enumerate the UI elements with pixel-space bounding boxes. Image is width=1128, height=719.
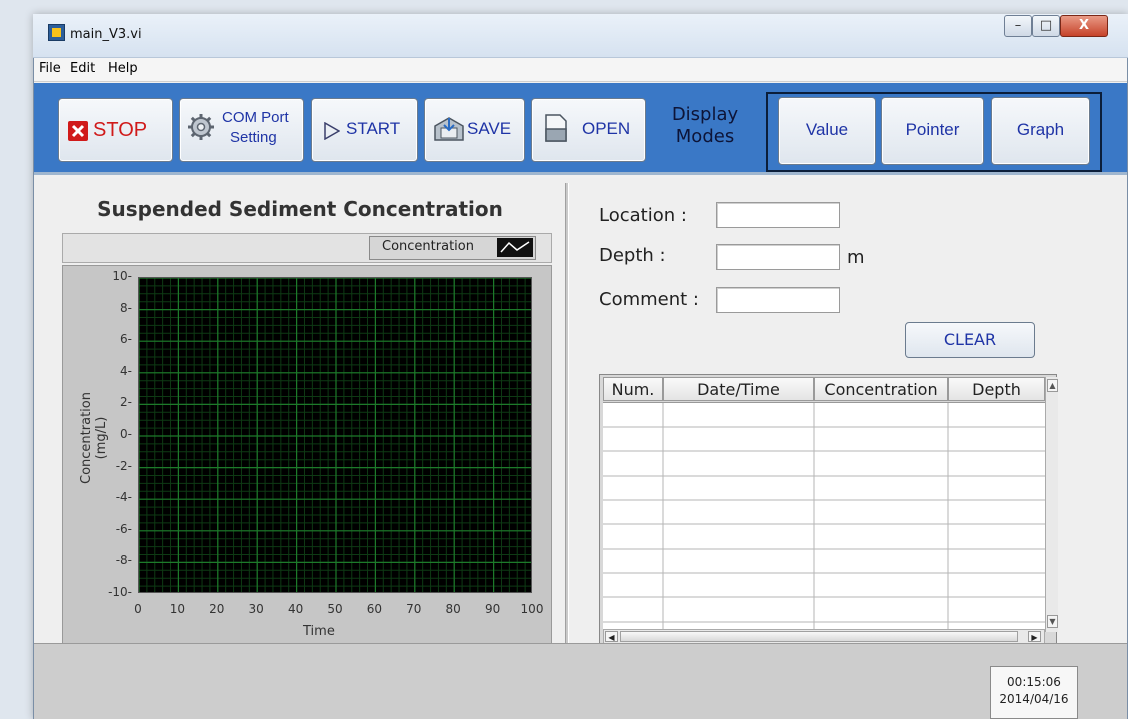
table-horizontal-scrollbar[interactable]: ◀ ▶ bbox=[603, 629, 1045, 644]
com-port-setting-button[interactable]: COM Port Setting bbox=[179, 98, 304, 162]
x-tick-label: 10 bbox=[169, 602, 186, 616]
x-tick-label: 50 bbox=[327, 602, 343, 616]
display-modes-line1: Display bbox=[671, 104, 739, 125]
table-vertical-scrollbar[interactable]: ▲ ▼ bbox=[1045, 377, 1058, 632]
x-tick-label: 90 bbox=[484, 602, 501, 616]
y-tick-label: -10- bbox=[108, 585, 132, 599]
column-header-concentration[interactable]: Concentration bbox=[814, 377, 948, 401]
maximize-button[interactable]: □ bbox=[1032, 15, 1060, 37]
chart-title: Suspended Sediment Concentration bbox=[97, 197, 503, 221]
open-button[interactable]: OPEN bbox=[531, 98, 646, 162]
mode-pointer-label: Pointer bbox=[905, 120, 960, 139]
x-tick-label: 60 bbox=[366, 602, 383, 616]
x-tick-label: 40 bbox=[287, 602, 304, 616]
depth-label: Depth : bbox=[599, 245, 666, 266]
start-button[interactable]: START bbox=[311, 98, 418, 162]
scroll-thumb[interactable] bbox=[620, 631, 1018, 642]
status-bar bbox=[34, 643, 1127, 719]
stop-label: STOP bbox=[93, 119, 148, 141]
menu-edit[interactable]: Edit bbox=[70, 61, 95, 76]
x-tick-label: 0 bbox=[134, 602, 142, 616]
y-tick-label: 8- bbox=[120, 300, 132, 315]
title-bar[interactable] bbox=[33, 14, 1128, 58]
clear-button[interactable]: CLEAR bbox=[905, 322, 1035, 358]
waveform-plot-area[interactable] bbox=[138, 277, 532, 593]
x-tick-label: 70 bbox=[406, 602, 422, 616]
display-modes-label: Display Modes bbox=[655, 104, 755, 148]
depth-input[interactable] bbox=[716, 244, 840, 270]
y-tick-label: 6- bbox=[120, 332, 132, 347]
y-tick-label: -6- bbox=[115, 521, 132, 536]
legend-series-label: Concentration bbox=[382, 239, 474, 254]
com-port-label-line2: Setting bbox=[230, 129, 277, 146]
table-body[interactable] bbox=[603, 402, 1045, 630]
start-label: START bbox=[346, 119, 401, 138]
display-modes-line2: Modes bbox=[675, 126, 735, 147]
play-icon bbox=[324, 122, 340, 140]
save-icon bbox=[434, 117, 464, 141]
comment-input[interactable] bbox=[716, 287, 840, 313]
scroll-down-arrow-icon[interactable]: ▼ bbox=[1047, 615, 1058, 628]
x-tick-label: 20 bbox=[209, 602, 225, 616]
minimize-icon: – bbox=[1014, 18, 1022, 33]
mode-value-label: Value bbox=[805, 120, 849, 139]
mode-value-button[interactable]: Value bbox=[778, 97, 876, 165]
scroll-left-arrow-icon[interactable]: ◀ bbox=[605, 631, 618, 642]
datetime-indicator: 00:15:06 2014/04/16 bbox=[990, 666, 1078, 719]
x-tick-label: 100 bbox=[520, 602, 544, 616]
scroll-right-arrow-icon[interactable]: ▶ bbox=[1028, 631, 1041, 642]
x-tick-label: 80 bbox=[445, 602, 461, 616]
legend-line-swatch-icon bbox=[497, 238, 533, 257]
y-tick-label: 4- bbox=[120, 363, 132, 378]
mode-pointer-button[interactable]: Pointer bbox=[881, 97, 984, 165]
table-grid-lines bbox=[603, 403, 1045, 630]
close-icon: X bbox=[1078, 18, 1090, 33]
stop-x-icon bbox=[68, 121, 88, 141]
location-input[interactable] bbox=[716, 202, 840, 228]
gear-icon bbox=[188, 114, 214, 140]
labview-app-icon bbox=[48, 24, 65, 41]
open-file-icon bbox=[545, 114, 567, 142]
location-label: Location : bbox=[599, 205, 687, 226]
column-header-depth[interactable]: Depth bbox=[948, 377, 1045, 401]
status-date: 2014/04/16 bbox=[999, 692, 1069, 706]
depth-unit-label: m bbox=[847, 247, 865, 268]
close-button[interactable]: X bbox=[1060, 15, 1108, 37]
scroll-up-arrow-icon[interactable]: ▲ bbox=[1047, 379, 1058, 392]
open-label: OPEN bbox=[582, 119, 631, 138]
panel-divider[interactable] bbox=[565, 183, 569, 657]
x-tick-label: 30 bbox=[248, 602, 264, 616]
save-button[interactable]: SAVE bbox=[424, 98, 525, 162]
column-header-datetime[interactable]: Date/Time bbox=[663, 377, 814, 401]
save-label: SAVE bbox=[467, 119, 512, 138]
window-title: main_V3.vi bbox=[70, 27, 142, 42]
y-axis-label: Concentration (mg/L) bbox=[79, 392, 109, 484]
maximize-icon: □ bbox=[1039, 18, 1053, 33]
comment-label: Comment : bbox=[599, 289, 699, 310]
column-header-num[interactable]: Num. bbox=[603, 377, 663, 401]
com-port-label-line1: COM Port bbox=[222, 109, 289, 126]
x-axis-label: Time bbox=[303, 624, 335, 639]
status-time: 00:15:06 bbox=[1007, 675, 1061, 689]
menu-help[interactable]: Help bbox=[108, 61, 138, 76]
minimize-button[interactable]: – bbox=[1004, 15, 1032, 37]
mode-graph-button[interactable]: Graph bbox=[991, 97, 1090, 165]
menu-file[interactable]: File bbox=[39, 61, 61, 76]
y-tick-label: 10- bbox=[112, 269, 132, 283]
y-tick-label: -8- bbox=[115, 553, 132, 568]
menu-bar bbox=[34, 58, 1127, 82]
mode-graph-label: Graph bbox=[1016, 120, 1065, 139]
stop-button[interactable]: STOP bbox=[58, 98, 173, 162]
